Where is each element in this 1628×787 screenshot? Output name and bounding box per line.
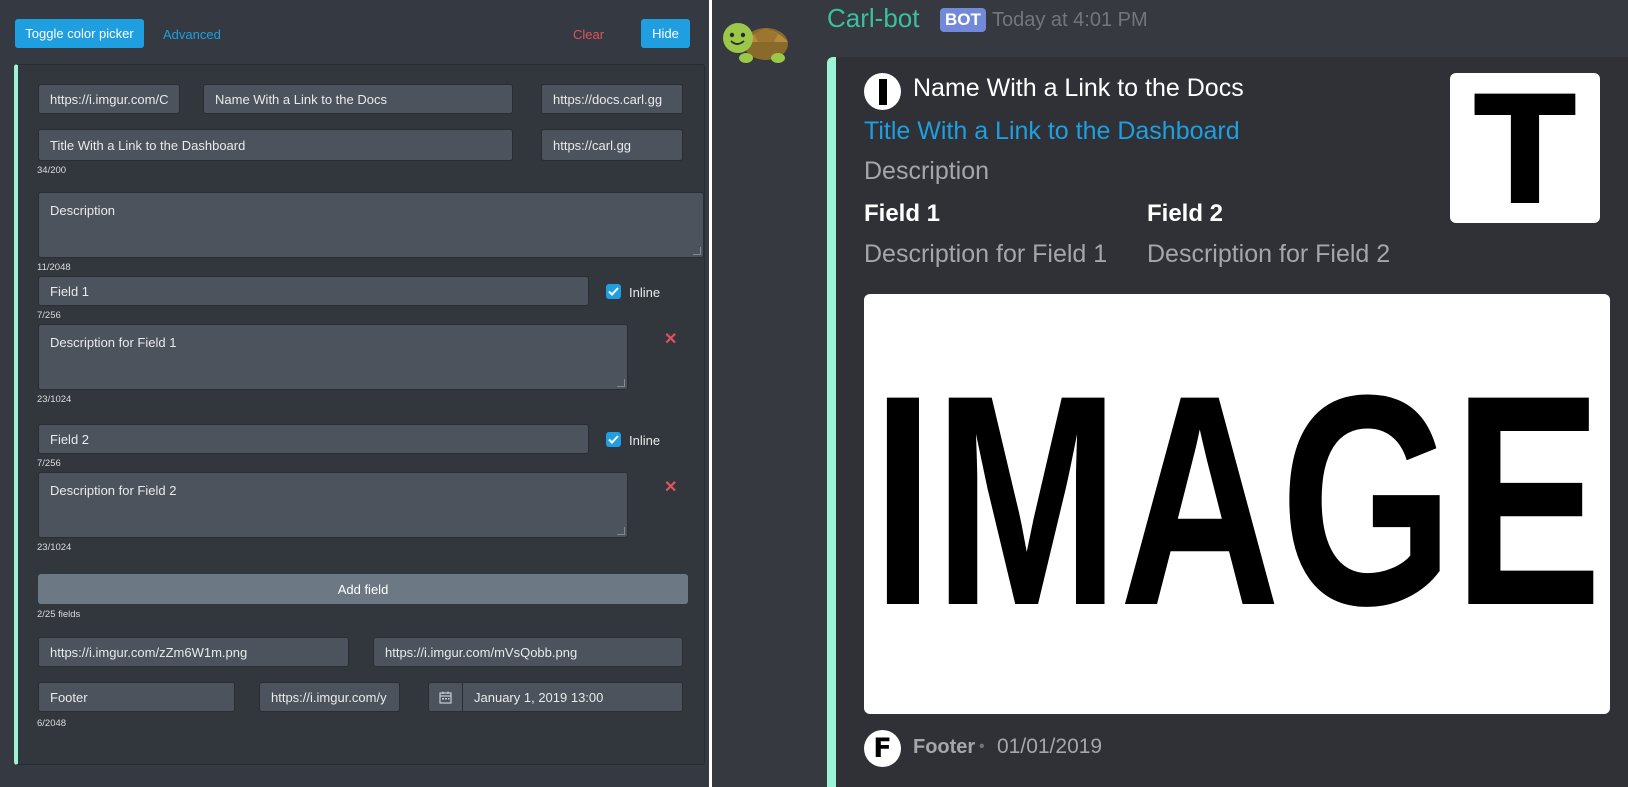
hide-button[interactable]: Hide	[641, 19, 690, 48]
clear-button[interactable]: Clear	[573, 24, 604, 44]
bot-badge: BOT	[940, 8, 986, 32]
embed-preview: Name With a Link to the Docs Title With …	[827, 57, 1628, 787]
footer-text-input[interactable]: Footer	[38, 682, 235, 712]
image-url-input[interactable]: https://i.imgur.com/mVsQobb.png	[373, 637, 683, 667]
footer-icon-url-input[interactable]: https://i.imgur.com/y	[259, 682, 400, 712]
remove-field-2-x-icon[interactable]: ✕	[664, 477, 677, 497]
field-1-value-count: 23/1024	[37, 394, 72, 405]
embed-footer-date: 01/01/2019	[997, 735, 1103, 758]
add-field-button[interactable]: Add field	[38, 574, 688, 604]
timestamp-picker[interactable]: January 1, 2019 13:00	[428, 682, 683, 712]
resize-grip-icon[interactable]	[617, 379, 625, 387]
turtle-avatar-icon	[723, 23, 788, 63]
field-2-inline-checkbox[interactable]	[606, 432, 621, 447]
check-icon	[608, 287, 619, 296]
field-1-value-textarea[interactable]: Description for Field 1	[38, 324, 628, 390]
resize-grip-icon[interactable]	[617, 527, 625, 535]
field-2-value-count: 23/1024	[37, 542, 72, 553]
embed-image[interactable]: IMAGE	[864, 294, 1610, 714]
field-1-inline-checkbox[interactable]	[606, 284, 621, 299]
embed-field-2-name: Field 2	[1147, 200, 1224, 227]
field-1-name-count: 7/256	[37, 310, 61, 321]
footer-char-count: 6/2048	[37, 718, 67, 729]
embed-field-1-value: Description for Field 1	[864, 240, 1108, 268]
resize-grip-icon[interactable]	[693, 247, 701, 255]
remove-field-1-x-icon[interactable]: ✕	[664, 329, 677, 349]
field-2-inline-label: Inline	[629, 433, 661, 448]
embed-form-card: https://i.imgur.com/C Name With a Link t…	[14, 64, 705, 765]
embed-thumbnail[interactable]: T	[1450, 65, 1600, 239]
field-2-value-text: Description for Field 2	[50, 483, 177, 498]
embed-title[interactable]: Title With a Link to the Dashboard	[864, 117, 1240, 146]
embed-footer-icon: F	[864, 730, 901, 767]
thumbnail-letter: T	[1474, 65, 1576, 239]
author-name-input[interactable]: Name With a Link to the Docs	[203, 84, 513, 114]
check-icon	[608, 435, 619, 444]
fields-count: 2/25 fields	[37, 609, 81, 620]
embed-footer-text: Footer	[913, 736, 976, 758]
description-textarea[interactable]: Description	[38, 192, 704, 258]
field-2-value-textarea[interactable]: Description for Field 2	[38, 472, 628, 538]
title-input[interactable]: Title With a Link to the Dashboard	[38, 129, 513, 161]
discord-preview: Carl-bot BOT Today at 4:01 PM Name With …	[712, 0, 1628, 787]
thumbnail-url-input[interactable]: https://i.imgur.com/zZm6W1m.png	[38, 637, 349, 667]
field-1-name-input[interactable]: Field 1	[38, 276, 589, 306]
embed-description: Description	[864, 157, 990, 185]
footer-separator: •	[979, 738, 985, 755]
message-timestamp: Today at 4:01 PM	[992, 9, 1148, 31]
advanced-link[interactable]: Advanced	[163, 24, 221, 44]
field-1-value-text: Description for Field 1	[50, 335, 177, 350]
calendar-icon[interactable]	[429, 683, 463, 711]
timestamp-value[interactable]: January 1, 2019 13:00	[463, 683, 682, 711]
field-2-name-count: 7/256	[37, 458, 61, 469]
field-1-inline-label: Inline	[629, 285, 661, 300]
title-url-input[interactable]: https://carl.gg	[541, 129, 683, 161]
embed-author-icon	[864, 73, 901, 110]
author-url-input[interactable]: https://docs.carl.gg	[541, 84, 683, 114]
author-icon-url-input[interactable]: https://i.imgur.com/C	[38, 84, 180, 114]
description-char-count: 11/2048	[37, 262, 71, 273]
description-text: Description	[50, 203, 116, 218]
title-char-count: 34/200	[37, 165, 67, 176]
embed-editor-panel: Toggle color picker Advanced Clear Hide …	[0, 0, 709, 787]
embed-field-2-value: Description for Field 2	[1147, 240, 1391, 268]
message-author-name[interactable]: Carl-bot	[827, 3, 919, 34]
field-2-name-input[interactable]: Field 2	[38, 424, 589, 454]
svg-text:T: T	[1474, 73, 1576, 223]
embed-field-1-name: Field 1	[864, 200, 941, 227]
toggle-color-picker-button[interactable]: Toggle color picker	[15, 19, 144, 48]
image-placeholder-graphic: IMAGE	[872, 332, 1602, 668]
svg-text:IMAGE: IMAGE	[872, 332, 1602, 668]
embed-author-name[interactable]: Name With a Link to the Docs	[913, 74, 1244, 103]
